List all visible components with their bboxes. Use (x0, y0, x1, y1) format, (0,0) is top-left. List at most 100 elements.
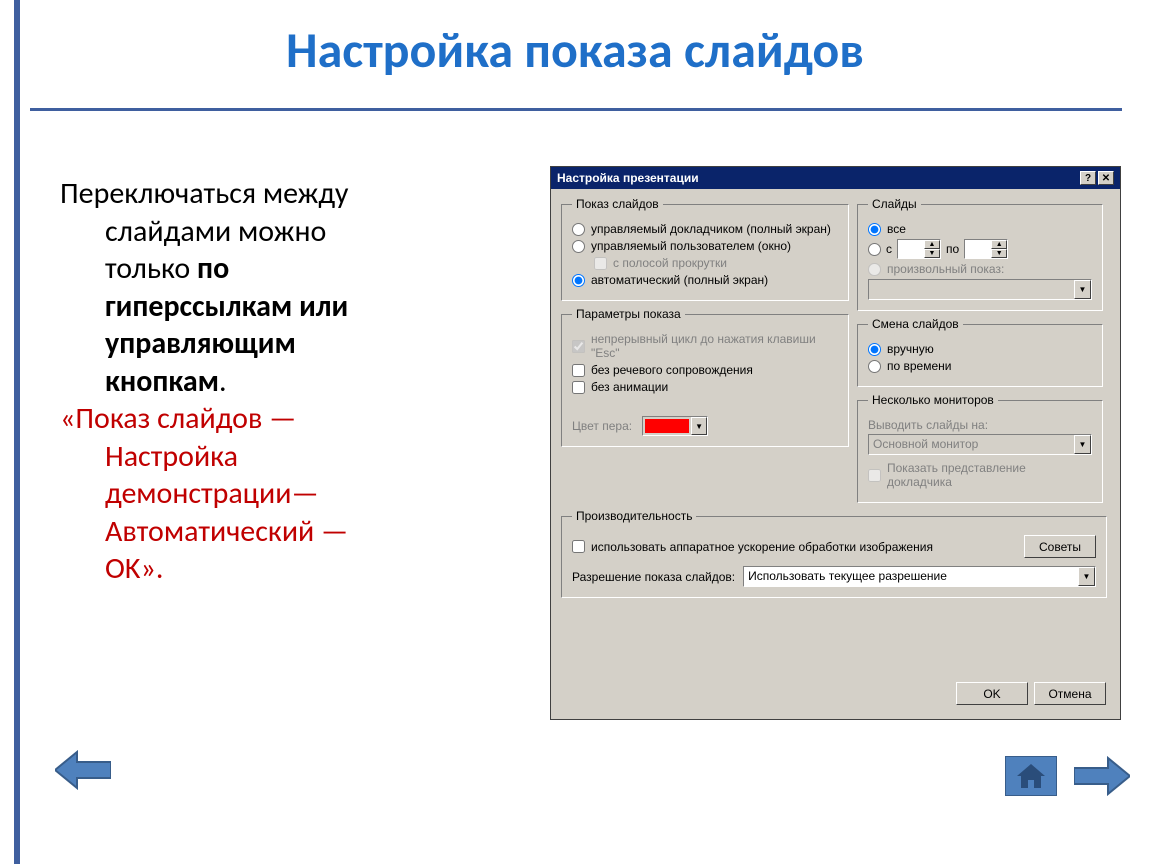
help-button[interactable]: ? (1080, 171, 1096, 185)
arrow-left-icon (55, 750, 111, 790)
radio-auto[interactable]: автоматический (полный экран) (572, 273, 838, 287)
color-swatch (645, 419, 689, 433)
text-red: Настройка (105, 438, 238, 475)
text-red: «Показ слайдов — (60, 400, 296, 437)
spinner-input[interactable] (898, 240, 924, 258)
text-dot: . (219, 363, 227, 400)
combo-value: Основной монитор (869, 435, 1074, 454)
close-button[interactable]: ✕ (1098, 171, 1114, 185)
spinner-input[interactable] (965, 240, 991, 258)
chevron-up-icon[interactable]: ▲ (991, 240, 1007, 249)
radio-input[interactable] (868, 343, 881, 356)
radio-input[interactable] (868, 360, 881, 373)
radio-input[interactable] (572, 240, 585, 253)
resolution-label: Разрешение показа слайдов: (572, 570, 735, 584)
checkbox-loop: непрерывный цикл до нажатия клавиши "Esc… (572, 332, 838, 360)
spinner-to[interactable]: ▲▼ (964, 239, 1008, 259)
checkbox-label: без анимации (591, 380, 668, 394)
tips-button[interactable]: Советы (1024, 535, 1096, 558)
radio-slides-all[interactable]: все (868, 222, 1092, 236)
chevron-up-icon[interactable]: ▲ (924, 240, 940, 249)
radio-input (868, 263, 881, 276)
checkbox-noaudio[interactable]: без речевого сопровождения (572, 363, 838, 377)
text-bold: гиперссылкам или (105, 288, 348, 325)
checkbox-input (868, 469, 881, 482)
checkbox-label: непрерывный цикл до нажатия клавиши "Esc… (591, 332, 838, 360)
pen-color-picker[interactable]: ▼ (642, 416, 708, 436)
checkbox-presenter-view: Показать представление докладчика (868, 461, 1092, 489)
text-line: только (105, 250, 197, 287)
checkbox-input (572, 340, 585, 353)
checkbox-label: с полосой прокрутки (613, 256, 727, 270)
slide-title: Настройка показа слайдов (0, 20, 1150, 81)
radio-user[interactable]: управляемый пользователем (окно) (572, 239, 838, 253)
ok-button[interactable]: OK (956, 682, 1028, 705)
pen-color-label: Цвет пера: (572, 419, 632, 433)
monitor-output-label: Выводить слайды на: (868, 418, 988, 432)
checkbox-input[interactable] (572, 381, 585, 394)
checkbox-input (594, 257, 607, 270)
cancel-button[interactable]: Отмена (1034, 682, 1106, 705)
checkbox-noanim[interactable]: без анимации (572, 380, 838, 394)
text-red: Автоматический — (105, 513, 348, 550)
text-red: OK». (105, 550, 163, 587)
fieldset-monitors: Несколько мониторов Выводить слайды на: … (857, 393, 1103, 503)
radio-label: управляемый пользователем (окно) (591, 239, 791, 253)
fieldset-show-params: Параметры показа непрерывный цикл до наж… (561, 307, 849, 447)
radio-input[interactable] (572, 223, 585, 236)
legend-slides: Слайды (868, 197, 921, 211)
text-bold: управляющим (105, 325, 296, 362)
fieldset-slides: Слайды все с ▲▼ по (857, 197, 1103, 311)
combo-value (869, 280, 1074, 299)
resolution-combo[interactable]: Использовать текущее разрешение ▼ (743, 566, 1096, 587)
radio-label: произвольный показ: (887, 262, 1004, 276)
radio-input[interactable] (572, 274, 585, 287)
nav-home-button[interactable] (1005, 756, 1057, 796)
presentation-setup-dialog: Настройка презентации ? ✕ Показ слайдов … (550, 166, 1121, 720)
chevron-down-icon: ▼ (1074, 435, 1091, 454)
fieldset-show-type: Показ слайдов управляемый докладчиком (п… (561, 197, 849, 301)
legend-show-params: Параметры показа (572, 307, 685, 321)
text-bold: кнопкам (105, 363, 219, 400)
text-bold: по (197, 250, 229, 287)
spinner-from[interactable]: ▲▼ (897, 239, 941, 259)
radio-custom-show: произвольный показ: (868, 262, 1092, 276)
legend-advance: Смена слайдов (868, 317, 963, 331)
radio-input[interactable] (868, 223, 881, 236)
radio-label: по времени (887, 359, 951, 373)
text-line: слайдами можно (105, 213, 326, 250)
checkbox-scrollbar: с полосой прокрутки (572, 256, 838, 270)
radio-label: автоматический (полный экран) (591, 273, 768, 287)
dialog-titlebar[interactable]: Настройка презентации ? ✕ (551, 167, 1120, 189)
chevron-down-icon[interactable]: ▼ (991, 249, 1007, 258)
range-to-label: по (946, 242, 959, 256)
nav-prev-button[interactable] (55, 750, 111, 790)
checkbox-label: без речевого сопровождения (591, 363, 753, 377)
combo-value: Использовать текущее разрешение (744, 567, 1078, 586)
chevron-down-icon[interactable]: ▼ (1078, 567, 1095, 586)
monitor-combo: Основной монитор ▼ (868, 434, 1092, 455)
legend-performance: Производительность (572, 509, 696, 523)
radio-speaker[interactable]: управляемый докладчиком (полный экран) (572, 222, 838, 236)
legend-show-type: Показ слайдов (572, 197, 663, 211)
chevron-down-icon[interactable]: ▼ (691, 417, 707, 435)
slide-body-text: Переключаться между слайдами можно тольк… (60, 175, 520, 588)
checkbox-hw-accel[interactable]: использовать аппаратное ускорение обрабо… (572, 540, 933, 554)
custom-show-combo: ▼ (868, 279, 1092, 300)
fieldset-performance: Производительность использовать аппаратн… (561, 509, 1107, 598)
radio-timings[interactable]: по времени (868, 359, 1092, 373)
chevron-down-icon[interactable]: ▼ (924, 249, 940, 258)
slide-accent-bar (14, 0, 20, 864)
nav-next-button[interactable] (1074, 756, 1130, 796)
range-from-label: с (886, 242, 892, 256)
fieldset-advance: Смена слайдов вручную по времени (857, 317, 1103, 387)
radio-label: управляемый докладчиком (полный экран) (591, 222, 831, 236)
title-underline (30, 108, 1122, 111)
radio-label: все (887, 222, 906, 236)
radio-manual[interactable]: вручную (868, 342, 1092, 356)
checkbox-input[interactable] (572, 364, 585, 377)
legend-monitors: Несколько мониторов (868, 393, 998, 407)
checkbox-label: Показать представление докладчика (887, 461, 1092, 489)
checkbox-input[interactable] (572, 540, 585, 553)
radio-slides-from[interactable] (868, 243, 881, 256)
